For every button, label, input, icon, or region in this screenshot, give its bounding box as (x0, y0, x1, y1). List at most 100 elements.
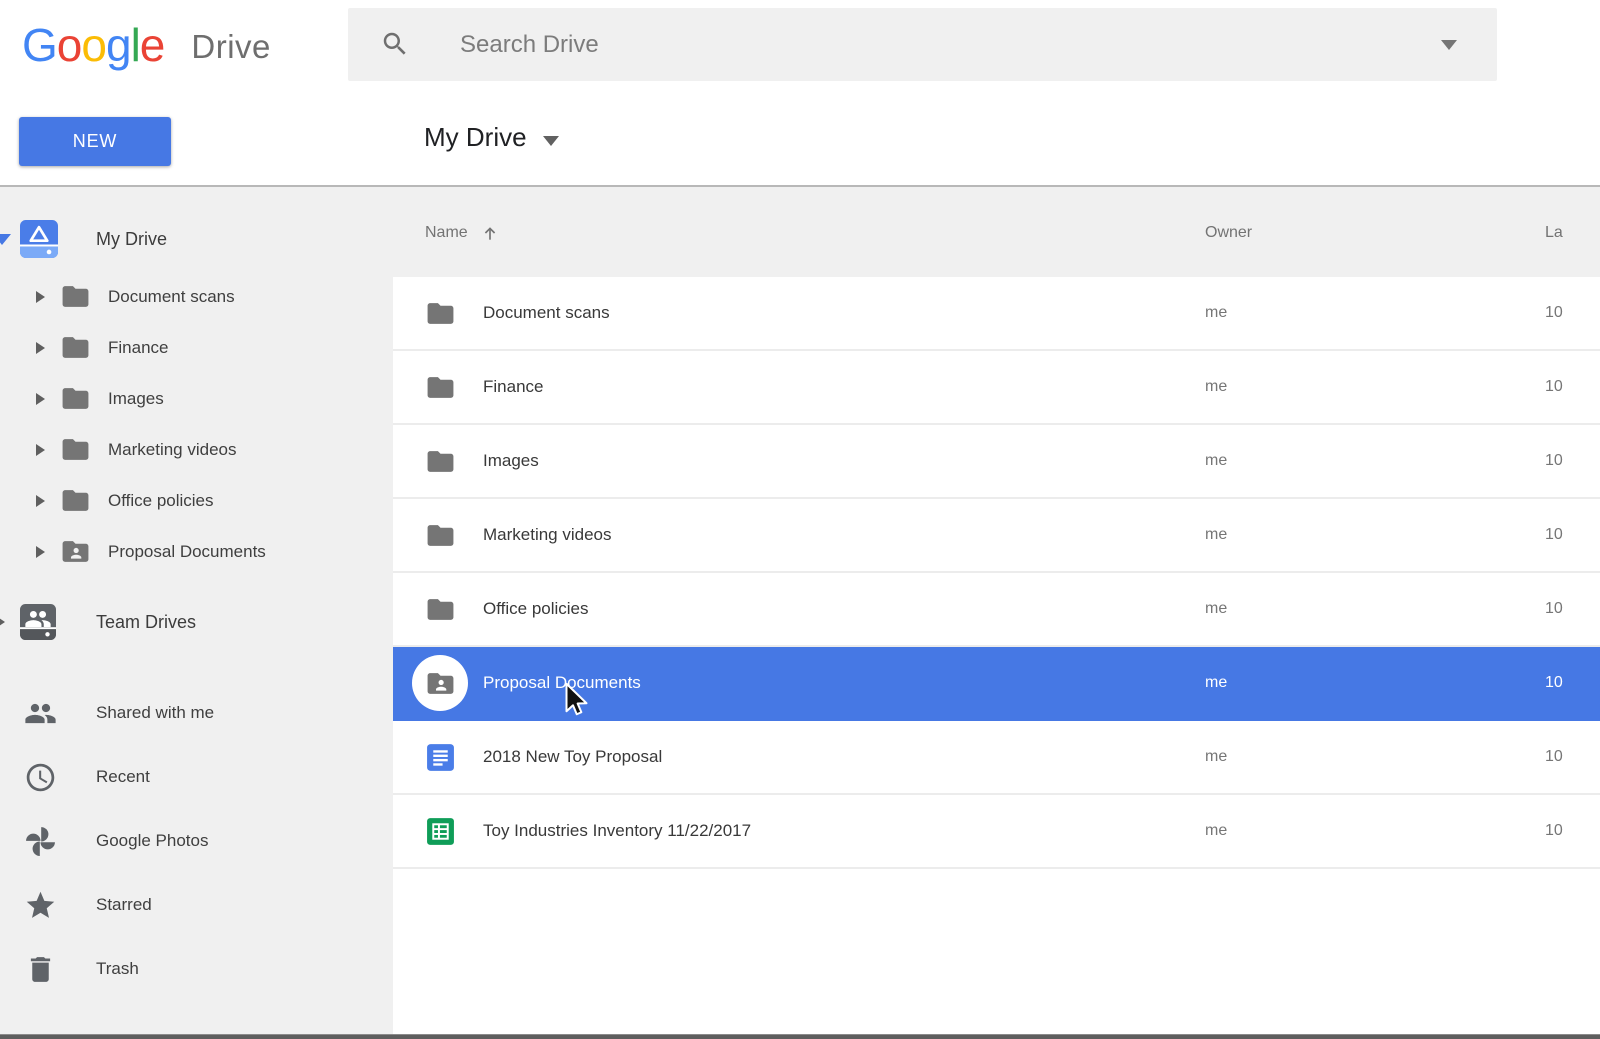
column-header-name[interactable]: Name (425, 223, 500, 243)
file-modified-date: 10 (1545, 452, 1563, 470)
sidebar-nav-label: Starred (96, 895, 152, 915)
file-owner: me (1205, 526, 1227, 544)
file-icon-wrap (412, 285, 468, 341)
sidebar-folder-item[interactable]: Marketing videos (0, 424, 393, 475)
file-type-icon (425, 742, 456, 773)
folder-icon (60, 536, 91, 567)
view-title-dropdown[interactable]: My Drive (424, 90, 559, 185)
file-owner: me (1205, 822, 1227, 840)
file-type-icon (425, 594, 456, 625)
file-modified-date: 10 (1545, 526, 1563, 544)
file-owner: me (1205, 748, 1227, 766)
sidebar-folder-item[interactable]: Images (0, 373, 393, 424)
file-icon-wrap (412, 729, 468, 785)
file-row[interactable]: Finance me 10 (393, 351, 1600, 425)
expand-caret-right-icon[interactable] (36, 495, 45, 507)
nav-icon (24, 889, 57, 922)
file-type-icon (425, 520, 456, 551)
file-modified-date: 10 (1545, 748, 1563, 766)
folder-icon (60, 281, 91, 312)
file-row[interactable]: Images me 10 (393, 425, 1600, 499)
expand-caret-right-icon[interactable] (36, 291, 45, 303)
sidebar-folder-tree: Document scans Finance Images Marketing … (0, 271, 393, 577)
file-row[interactable]: Toy Industries Inventory 11/22/2017 me 1… (393, 795, 1600, 869)
expand-caret-right-icon[interactable] (36, 444, 45, 456)
sidebar: My Drive Document scans Finance I (0, 187, 393, 1034)
my-drive-icon (20, 220, 58, 258)
sidebar-nav-item[interactable]: Starred (0, 873, 393, 937)
sidebar-nav-item[interactable]: Trash (0, 937, 393, 1001)
file-owner: me (1205, 378, 1227, 396)
sidebar-folder-item[interactable]: Office policies (0, 475, 393, 526)
sidebar-nav-label: Recent (96, 767, 150, 787)
google-drive-window: Google Drive NEW My Drive My Drive (0, 0, 1600, 1039)
google-logo-letter: l (131, 19, 140, 71)
expand-caret-right-icon[interactable] (0, 616, 5, 628)
nav-icon (24, 825, 57, 858)
top-bar: Google Drive (0, 0, 1600, 90)
file-row[interactable]: Office policies me 10 (393, 573, 1600, 647)
file-name: Document scans (483, 303, 610, 323)
expand-caret-down-icon[interactable] (0, 234, 11, 245)
google-logo-letter: o (57, 19, 82, 71)
folder-icon (60, 434, 91, 465)
google-logo-letter: g (106, 19, 131, 71)
column-header-owner[interactable]: Owner (1205, 224, 1252, 242)
file-icon-wrap (412, 655, 468, 711)
sidebar-folder-label: Images (108, 389, 164, 409)
new-button[interactable]: NEW (19, 117, 171, 166)
sidebar-nav: Shared with me Recent Google Photos Star… (0, 681, 393, 1001)
file-type-icon (425, 816, 456, 847)
search-input[interactable] (348, 8, 1497, 81)
file-name: 2018 New Toy Proposal (483, 747, 662, 767)
sidebar-item-my-drive[interactable]: My Drive (0, 211, 393, 267)
team-drives-icon (20, 604, 56, 640)
drive-product-name: Drive (191, 28, 271, 66)
file-modified-date: 10 (1545, 674, 1563, 692)
file-modified-date: 10 (1545, 822, 1563, 840)
search-bar[interactable] (348, 8, 1497, 81)
sidebar-nav-label: Trash (96, 959, 139, 979)
file-name: Toy Industries Inventory 11/22/2017 (483, 821, 751, 841)
expand-caret-right-icon[interactable] (36, 393, 45, 405)
column-header-last-modified[interactable]: La (1545, 224, 1563, 242)
file-icon-wrap (412, 507, 468, 563)
file-owner: me (1205, 452, 1227, 470)
sidebar-nav-item[interactable]: Shared with me (0, 681, 393, 745)
file-row[interactable]: Proposal Documents me 10 (393, 647, 1600, 721)
file-row[interactable]: Marketing videos me 10 (393, 499, 1600, 573)
file-icon-wrap (412, 359, 468, 415)
window-bottom-edge (0, 1034, 1600, 1039)
sidebar-folder-label: Document scans (108, 287, 235, 307)
file-modified-date: 10 (1545, 378, 1563, 396)
file-type-icon (425, 298, 456, 329)
sidebar-folder-label: Proposal Documents (108, 542, 266, 562)
view-title-chevron-down-icon (543, 136, 559, 146)
google-logo: Google (22, 22, 164, 68)
sidebar-nav-item[interactable]: Recent (0, 745, 393, 809)
sidebar-item-label: My Drive (96, 229, 167, 250)
file-row[interactable]: 2018 New Toy Proposal me 10 (393, 721, 1600, 795)
expand-caret-right-icon[interactable] (36, 546, 45, 558)
file-type-icon (425, 446, 456, 477)
nav-icon (24, 761, 57, 794)
sidebar-folder-item[interactable]: Document scans (0, 271, 393, 322)
sidebar-nav-item[interactable]: Google Photos (0, 809, 393, 873)
google-drive-logo: Google Drive (22, 0, 271, 90)
sidebar-nav-label: Google Photos (96, 831, 208, 851)
sidebar-item-team-drives[interactable]: Team Drives (0, 594, 393, 650)
expand-caret-right-icon[interactable] (36, 342, 45, 354)
file-icon-wrap (412, 433, 468, 489)
file-icon-wrap (412, 803, 468, 859)
sidebar-folder-label: Office policies (108, 491, 214, 511)
file-name: Finance (483, 377, 543, 397)
sidebar-folder-item[interactable]: Proposal Documents (0, 526, 393, 577)
file-type-icon (425, 372, 456, 403)
file-row[interactable]: Document scans me 10 (393, 277, 1600, 351)
sidebar-item-label: Team Drives (96, 612, 196, 633)
search-options-chevron-down-icon[interactable] (1441, 40, 1457, 50)
sidebar-folder-item[interactable]: Finance (0, 322, 393, 373)
file-modified-date: 10 (1545, 304, 1563, 322)
google-logo-letter: e (140, 19, 165, 71)
sidebar-folder-label: Finance (108, 338, 168, 358)
